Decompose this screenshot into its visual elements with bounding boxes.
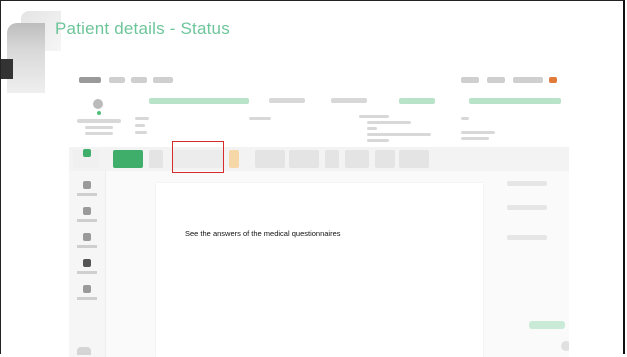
right-panel-item [507,235,547,240]
top-right-item[interactable] [461,77,479,83]
right-panel-item [507,205,547,210]
sidebar-icon-status[interactable] [83,149,91,157]
header-field[interactable] [149,98,249,104]
user-menu[interactable] [513,77,543,83]
toolbar-button[interactable] [289,150,319,168]
header-field[interactable] [269,98,305,103]
app-top-bar [69,69,569,91]
slide-frame: Patient details - Status See the answers… [0,0,625,357]
detail-value [461,137,489,140]
toolbar-active-button[interactable] [113,150,143,168]
toolbar-button[interactable] [345,150,369,168]
sidebar-icon[interactable] [83,285,91,293]
detail-value [135,131,147,134]
toolbar-button[interactable] [399,150,429,168]
sidebar-label [77,271,97,274]
sidebar-icon[interactable] [83,207,91,215]
document-caption: See the answers of the medical questionn… [185,229,341,238]
top-right-item[interactable] [487,77,505,83]
sidebar-icon[interactable] [83,181,91,189]
detail-label [359,115,389,118]
detail-label [461,117,469,120]
top-menu-item[interactable] [131,77,147,83]
avatar [93,99,103,109]
toolbar-button[interactable] [229,150,239,168]
document-page: See the answers of the medical questionn… [156,183,483,357]
sidebar-icon[interactable] [83,233,91,241]
top-menu-item[interactable] [153,77,173,83]
detail-value [135,124,145,127]
status-dot [97,111,101,115]
app-logo[interactable] [79,77,101,83]
patient-name [77,119,121,123]
detail-value [367,133,431,136]
left-sidebar [69,149,106,357]
detail-value [367,127,377,130]
action-button[interactable] [529,321,565,329]
slide-edge-mark [1,59,13,79]
header-field[interactable] [399,98,435,104]
right-panel-item [507,181,547,186]
patient-header [69,91,569,148]
toolbar-button[interactable] [255,150,285,168]
action-toolbar [69,147,569,171]
highlight-box [172,141,224,173]
bottom-left-decoration [77,347,91,355]
toolbar-button[interactable] [325,150,339,168]
slide-title: Patient details - Status [55,19,230,38]
sidebar-label [77,219,97,222]
detail-label [135,117,149,120]
sidebar-label [77,245,97,248]
help-icon[interactable] [561,341,569,351]
sidebar-label [77,297,97,300]
sidebar-icon[interactable] [83,259,91,267]
detail-value [461,131,495,134]
sidebar-label [77,193,97,196]
header-field[interactable] [469,98,561,104]
patient-info [85,126,113,129]
detail-label [249,117,271,120]
toolbar-button[interactable] [149,150,163,168]
patient-info [85,132,113,135]
toolbar-button[interactable] [375,150,395,168]
detail-value [367,139,389,142]
top-menu-item[interactable] [109,77,125,83]
slide-decoration-shadow [7,23,45,93]
notification-icon[interactable] [549,77,557,83]
detail-value [367,121,411,124]
header-field[interactable] [331,98,367,103]
